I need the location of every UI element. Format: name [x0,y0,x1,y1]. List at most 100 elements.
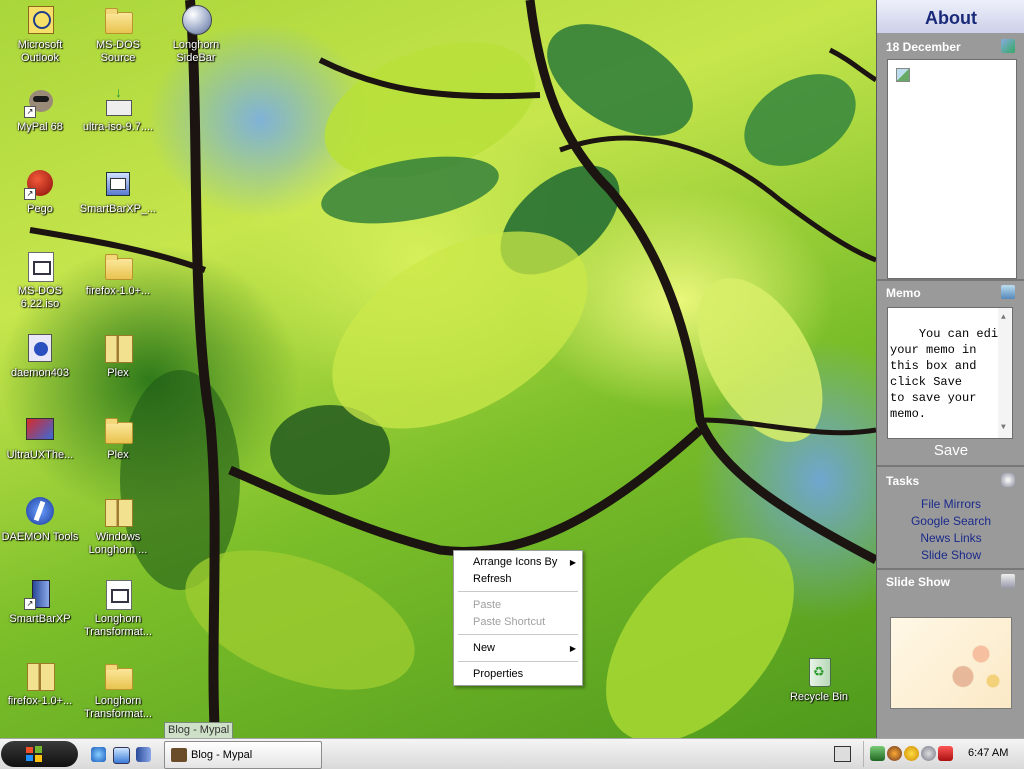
volume-tray-icon[interactable] [921,746,936,761]
desktop-icon-ultra-iso[interactable]: ↓ ultra-iso-9.7.... [78,85,158,134]
desktop-icon-smartbarxp[interactable]: ↗ SmartBarXP [0,578,80,626]
submenu-arrow-icon: ▶ [569,644,576,653]
menu-item-paste: Paste [473,599,502,611]
sidebar-title: About [925,8,977,28]
desktop-icon-plex-folder[interactable]: Plex [78,414,158,462]
memo-title: Memo [886,286,921,300]
mypal-icon: ↗ [24,86,56,118]
shortcut-arrow-icon: ↗ [24,188,36,200]
slideshow-image[interactable] [890,617,1012,709]
system-tray: 6:47 AM [863,741,1024,767]
memo-text: You can edit your memo in this box and c… [890,327,1006,421]
menu-item-arrange-icons-by[interactable]: Arrange Icons By [473,556,557,568]
clock[interactable]: 6:47 AM [968,747,1008,759]
smartbar-quicklaunch-icon[interactable] [136,747,151,762]
smartbar-icon: ↗ [24,578,56,610]
scroll-up-icon[interactable]: ▲ [1001,310,1006,326]
broken-image-icon [896,68,910,82]
desktop-icon-ultraux[interactable]: UltraUXThe... [0,414,80,462]
scroll-down-icon[interactable]: ▼ [1001,420,1006,436]
desktop-icon-smartbarxp-installer[interactable]: SmartBarXP_... [78,168,158,216]
taskbar-button-blog-mypal[interactable]: Blog - Mypal [164,741,322,769]
desktop-icon-longhorn-transformation-folder[interactable]: Longhorn Transformat... [78,660,158,721]
longhorn-sidebar: About 18 December Memo You can edit your… [876,0,1024,738]
zip-folder-icon [24,660,56,692]
recycle-bin-icon: ♻ [803,656,835,688]
internet-explorer-icon[interactable] [91,747,106,762]
tile-divider [877,568,1024,570]
keyboard-layout-icon[interactable] [834,746,851,762]
desktop-icon-plex-zip[interactable]: Plex [78,332,158,380]
installer-icon [102,168,134,200]
task-link-file-mirrors[interactable]: File Mirrors [877,497,1024,511]
menu-separator [458,591,578,592]
desktop-icon-microsoft-outlook[interactable]: Microsoft Outlook [0,4,80,65]
desktop-icon-recycle-bin[interactable]: ♻ Recycle Bin [779,656,859,704]
menu-item-new[interactable]: New [473,642,495,654]
calendar-tile-icon[interactable] [1001,39,1015,53]
calendar-tile-content [887,59,1017,279]
shortcut-arrow-icon: ↗ [24,106,36,118]
menu-separator [458,661,578,662]
desktop-icon-daemon-tools[interactable]: DAEMON Tools [0,496,80,544]
desktop-icon-mypal[interactable]: ↗ MyPal 68 [0,86,80,134]
task-link-news-links[interactable]: News Links [877,531,1024,545]
desktop-icon-ms-dos-iso[interactable]: MS-DOS 6.22.iso [0,250,80,311]
daemon-tools-icon [24,496,56,528]
slideshow-title: Slide Show [886,575,951,589]
start-button[interactable] [1,741,78,767]
iso-file-icon [24,250,56,282]
ultraux-icon [24,414,56,446]
sidebar-app-icon [180,4,212,36]
download-file-icon: ↓ [102,85,134,118]
zip-folder-icon [102,332,134,364]
task-link-google-search[interactable]: Google Search [877,514,1024,528]
desktop-context-menu: Arrange Icons By ▶ Refresh Paste Paste S… [453,550,583,686]
folder-icon [102,250,134,282]
taskbar-tooltip: Blog - Mypal [164,722,234,738]
search-tray-icon[interactable] [904,746,919,761]
desktop-icon-ms-dos-source[interactable]: MS-DOS Source [78,4,158,65]
firefox-tray-icon[interactable] [887,746,902,761]
menu-separator [458,634,578,635]
shortcut-arrow-icon: ↗ [24,598,36,610]
outlook-icon [24,4,56,36]
desktop-icon-windows-longhorn[interactable]: Windows Longhorn ... [78,496,158,557]
memo-tile-icon[interactable] [1001,285,1015,299]
menu-item-paste-shortcut: Paste Shortcut [473,616,546,628]
desktop-icon-daemon403[interactable]: daemon403 [0,332,80,380]
slideshow-tile-icon[interactable] [1001,574,1015,588]
menu-item-properties[interactable]: Properties [473,668,523,680]
sidebar-header[interactable]: About [877,0,1024,33]
show-desktop-icon[interactable] [113,747,130,764]
tasks-tile-icon[interactable] [1001,473,1015,487]
folder-icon [102,414,134,446]
tile-divider [877,465,1024,467]
desktop-icon-longhorn-sidebar[interactable]: Longhorn SideBar [156,4,236,65]
tasks-title: Tasks [886,474,920,488]
task-link-slide-show[interactable]: Slide Show [877,548,1024,562]
submenu-arrow-icon: ▶ [569,558,576,567]
daemon-installer-icon [24,332,56,364]
folder-icon [102,4,134,36]
memo-scrollbar[interactable]: ▲ ▼ [998,308,1012,438]
folder-icon [102,660,134,692]
desktop-icon-firefox-zip[interactable]: firefox-1.0+... [0,660,80,708]
taskbar: Blog - Mypal 6:47 AM [0,738,1024,769]
network-tray-icon[interactable] [870,746,885,761]
mypal-window-icon [171,748,187,762]
menu-item-refresh[interactable]: Refresh [473,573,512,585]
memo-save-button[interactable]: Save [887,442,1015,459]
desktop-icon-firefox-folder[interactable]: firefox-1.0+... [78,250,158,298]
calendar-date: 18 December [886,40,961,54]
pego-icon: ↗ [24,168,56,200]
desktop-icon-longhorn-transformation-doc[interactable]: Longhorn Transformat... [78,578,158,639]
zip-folder-icon [102,496,134,528]
desktop[interactable]: Microsoft Outlook ↗ MyPal 68 ↗ Pego MS-D… [0,0,876,738]
security-tray-icon[interactable] [938,746,953,761]
desktop-icon-pego[interactable]: ↗ Pego [0,168,80,216]
tile-divider [877,279,1024,281]
windows-logo-icon [26,746,42,762]
doc-file-icon [102,578,134,610]
memo-textbox[interactable]: You can edit your memo in this box and c… [887,307,1013,439]
